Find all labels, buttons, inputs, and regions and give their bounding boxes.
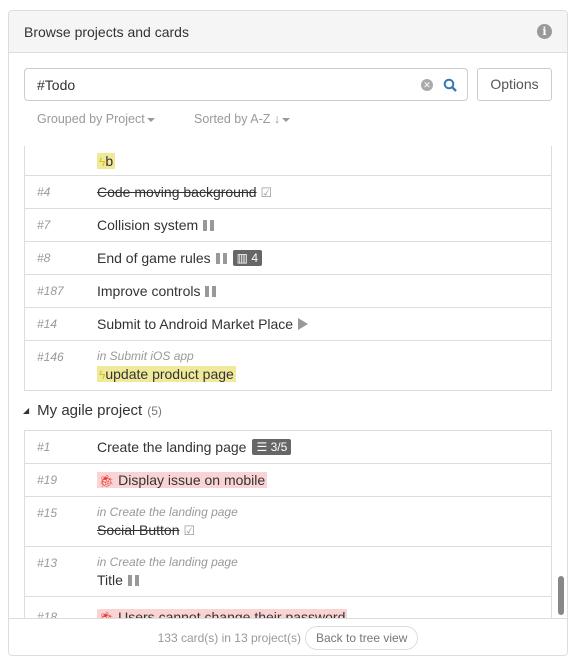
- back-to-tree-button[interactable]: Back to tree view: [305, 625, 419, 650]
- card-id: #1: [37, 440, 51, 454]
- card-row[interactable]: #13 in Create the landing page Title: [25, 547, 551, 597]
- group-by-dropdown[interactable]: Grouped by Project: [37, 112, 155, 126]
- search-input[interactable]: #Todo ✕: [24, 68, 468, 101]
- card-title[interactable]: Title: [97, 572, 123, 588]
- card-title-wrap: ϟb: [97, 152, 116, 169]
- card-row[interactable]: #15 in Create the landing page Social Butt…: [25, 497, 551, 547]
- card-title[interactable]: Code moving background: [97, 184, 257, 200]
- caret-down-icon: [282, 117, 291, 122]
- search-icon[interactable]: [443, 78, 457, 92]
- browse-panel: Browse projects and cards i #Todo ✕ Opti…: [8, 10, 568, 656]
- card-title-wrap: Create the landing page: [97, 439, 246, 455]
- collapse-triangle-icon[interactable]: ◢: [23, 406, 29, 415]
- card-row[interactable]: #18 🐞︎ Users cannot change their password: [25, 597, 551, 619]
- card-parent: in Create the landing page: [97, 505, 238, 519]
- card-title-wrap: Submit to Android Market Place: [97, 316, 293, 332]
- options-button[interactable]: Options: [477, 68, 552, 101]
- checkbox-done-icon: ☑: [183, 523, 196, 538]
- card-row[interactable]: #7 Collision system: [25, 209, 551, 242]
- project-card-count: (5): [147, 403, 162, 418]
- checkbox-done-icon: ☑: [260, 185, 273, 200]
- card-title-wrap: 🐞︎ Display issue on mobile: [97, 472, 268, 488]
- card-title[interactable]: update product page: [105, 366, 233, 382]
- card-title[interactable]: Improve controls: [97, 283, 200, 299]
- card-title-wrap: Title: [97, 572, 123, 588]
- card-list-scroll[interactable]: ϟb #4 Code moving background ☑ #7 Collision s…: [9, 146, 567, 619]
- card-title[interactable]: Collision system: [97, 217, 198, 233]
- pause-icon: [205, 286, 217, 297]
- card-title[interactable]: b: [105, 153, 113, 169]
- card-id: #13: [37, 556, 58, 570]
- card-row[interactable]: #4 Code moving background ☑: [25, 176, 551, 209]
- card-row[interactable]: #19 🐞︎ Display issue on mobile: [25, 464, 551, 497]
- card-parent: in Submit iOS app: [97, 349, 194, 363]
- card-title[interactable]: Create the landing page: [97, 439, 246, 455]
- pause-icon: [127, 575, 139, 586]
- card-row[interactable]: #146 in Submit iOS app ϟupdate product pag…: [25, 341, 551, 391]
- card-row[interactable]: #14 Submit to Android Market Place: [25, 308, 551, 341]
- card-row[interactable]: #1 Create the landing page ☰ 3/5: [25, 431, 551, 464]
- card-title[interactable]: End of game rules: [97, 250, 211, 266]
- card-row[interactable]: ϟb: [25, 146, 551, 176]
- panel-title: Browse projects and cards: [24, 23, 189, 40]
- card-id: #146: [37, 350, 64, 364]
- card-row[interactable]: #8 End of game rules ▥ 4: [25, 242, 551, 275]
- card-list: ϟb #4 Code moving background ☑ #7 Collision s…: [24, 146, 552, 391]
- card-id: #19: [37, 473, 58, 487]
- card-list: #1 Create the landing page ☰ 3/5 #19 🐞︎ Disp…: [24, 430, 552, 619]
- search-value[interactable]: #Todo: [37, 77, 421, 93]
- sort-dropdown[interactable]: Sorted by A-Z ↓: [194, 112, 291, 126]
- scrollbar[interactable]: [558, 576, 564, 615]
- card-summary: 133 card(s) in 13 project(s): [157, 630, 301, 645]
- pause-icon: [203, 220, 215, 231]
- card-title-wrap: Social Button: [97, 522, 180, 538]
- footer: 133 card(s) in 13 project(s) Back to tre…: [9, 618, 567, 655]
- card-parent: in Create the landing page: [97, 555, 238, 569]
- card-id: #15: [37, 506, 58, 520]
- card-id: #4: [37, 185, 51, 199]
- card-id: #7: [37, 218, 51, 232]
- pause-icon: [215, 253, 227, 264]
- bug-icon: 🐞︎: [99, 474, 115, 488]
- project-name: My agile project: [37, 402, 143, 419]
- info-icon[interactable]: i: [537, 24, 552, 39]
- card-title[interactable]: Display issue on mobile: [118, 472, 265, 488]
- card-title[interactable]: Social Button: [97, 522, 180, 538]
- project-group-header[interactable]: ◢ My agile project (5): [9, 391, 567, 430]
- caret-down-icon: [146, 117, 155, 122]
- card-id: #187: [37, 284, 64, 298]
- card-title[interactable]: Submit to Android Market Place: [97, 316, 293, 332]
- play-icon: [298, 318, 309, 330]
- panel-header: Browse projects and cards i: [9, 11, 567, 53]
- card-title-wrap: Code moving background: [97, 184, 257, 200]
- card-row[interactable]: #187 Improve controls: [25, 275, 551, 308]
- clear-icon[interactable]: ✕: [421, 78, 433, 91]
- card-id: #8: [37, 251, 51, 265]
- columns-icon: ▥: [236, 251, 248, 265]
- card-id: #14: [37, 317, 58, 331]
- card-title-wrap: End of game rules: [97, 250, 211, 266]
- checklist-icon: ☰: [256, 440, 268, 454]
- card-title-wrap: ϟupdate product page: [97, 366, 236, 382]
- card-title-wrap: Collision system: [97, 217, 198, 233]
- subtask-badge: ▥ 4: [232, 250, 262, 266]
- subtask-badge: ☰ 3/5: [252, 439, 292, 455]
- card-title-wrap: Improve controls: [97, 283, 200, 299]
